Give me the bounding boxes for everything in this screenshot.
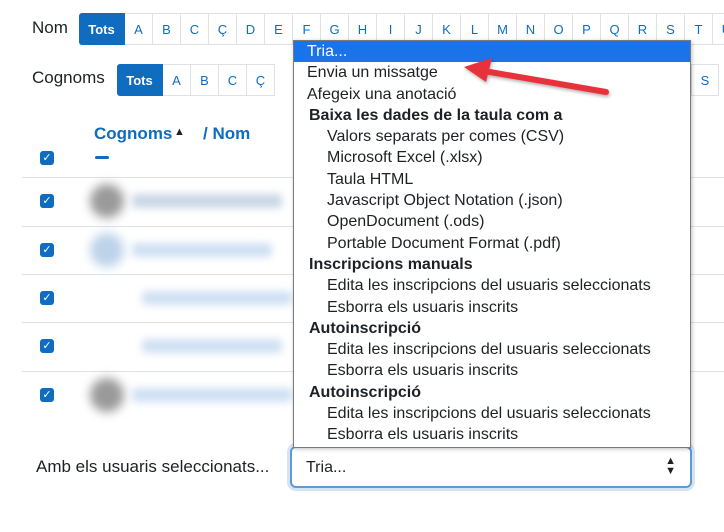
optgroup-self-enrolment: Autoinscripció (309, 383, 422, 401)
blurred-name (142, 339, 282, 353)
first-name-letter-a[interactable]: A (125, 13, 153, 45)
first-name-letter-e[interactable]: E (265, 13, 293, 45)
first-name-letter-c-cedilla[interactable]: Ç (209, 13, 237, 45)
last-name-letter-bar-tail: S (691, 64, 719, 96)
option-delete-enrolments[interactable]: Esborra els usuaris inscrits (294, 297, 690, 318)
last-name-letter-a[interactable]: A (163, 64, 191, 96)
last-name-letter-s[interactable]: S (691, 64, 719, 96)
bulk-action-select-value: Tria... (306, 459, 347, 476)
blurred-name (132, 243, 272, 257)
last-name-letter-bar: Tots A B C Ç (117, 64, 275, 96)
optgroup-download: Baixa les dades de la taula com a (309, 106, 563, 124)
row-checkbox[interactable]: ✓ (40, 388, 54, 402)
option-edit-enrolments[interactable]: Edita les inscripcions del usuaris selec… (294, 275, 690, 296)
option-delete-enrolments[interactable]: Esborra els usuaris inscrits (294, 424, 690, 445)
option-download-html[interactable]: Taula HTML (294, 169, 690, 190)
option-edit-enrolments[interactable]: Edita les inscripcions del usuaris selec… (294, 339, 690, 360)
blurred-name (132, 194, 282, 208)
last-name-letter-c-cedilla[interactable]: Ç (247, 64, 275, 96)
option-edit-enrolments[interactable]: Edita les inscripcions del usuaris selec… (294, 403, 690, 424)
optgroup-self-enrolment: Autoinscripció (309, 319, 422, 337)
last-name-letter-c[interactable]: C (219, 64, 247, 96)
row-checkbox[interactable]: ✓ (40, 339, 54, 353)
last-name-all-button[interactable]: Tots (117, 64, 163, 96)
option-download-ods[interactable]: OpenDocument (.ods) (294, 211, 690, 232)
first-name-filter-label: Nom (32, 18, 68, 37)
avatar (90, 233, 124, 267)
sort-indicator-dash (95, 156, 109, 159)
avatar (90, 184, 124, 218)
annotation-arrow-icon (464, 58, 609, 95)
select-all-checkbox[interactable]: ✓ (40, 151, 54, 165)
bulk-action-label: Amb els usuaris seleccionats... (36, 457, 270, 476)
first-name-letter-c[interactable]: C (181, 13, 209, 45)
bulk-action-select[interactable]: Tria... ▲ ▼ (290, 446, 692, 488)
optgroup-manual-enrolments: Inscripcions manuals (309, 255, 473, 273)
last-name-letter-b[interactable]: B (191, 64, 219, 96)
option-download-pdf[interactable]: Portable Document Format (.pdf) (294, 233, 690, 254)
blurred-name (132, 388, 292, 402)
option-download-xlsx[interactable]: Microsoft Excel (.xlsx) (294, 147, 690, 168)
first-name-all-button[interactable]: Tots (79, 13, 125, 45)
first-name-letter-d[interactable]: D (237, 13, 265, 45)
row-checkbox[interactable]: ✓ (40, 243, 54, 257)
select-updown-icon: ▲ ▼ (665, 455, 676, 477)
caret-up-icon: ▲ (174, 126, 185, 138)
header-separator: / (203, 124, 208, 143)
row-checkbox[interactable]: ✓ (40, 194, 54, 208)
last-name-filter-label: Cognoms (32, 68, 105, 87)
option-download-json[interactable]: Javascript Object Notation (.json) (294, 190, 690, 211)
avatar (90, 378, 124, 412)
first-name-letter-u[interactable]: U (713, 13, 724, 45)
option-delete-enrolments[interactable]: Esborra els usuaris inscrits (294, 360, 690, 381)
blurred-name (142, 291, 292, 305)
row-checkbox[interactable]: ✓ (40, 291, 54, 305)
option-download-csv[interactable]: Valors separats per comes (CSV) (294, 126, 690, 147)
first-name-letter-b[interactable]: B (153, 13, 181, 45)
firstname-column-header[interactable]: Nom (212, 124, 250, 143)
lastname-column-header[interactable]: Cognoms (94, 124, 172, 144)
